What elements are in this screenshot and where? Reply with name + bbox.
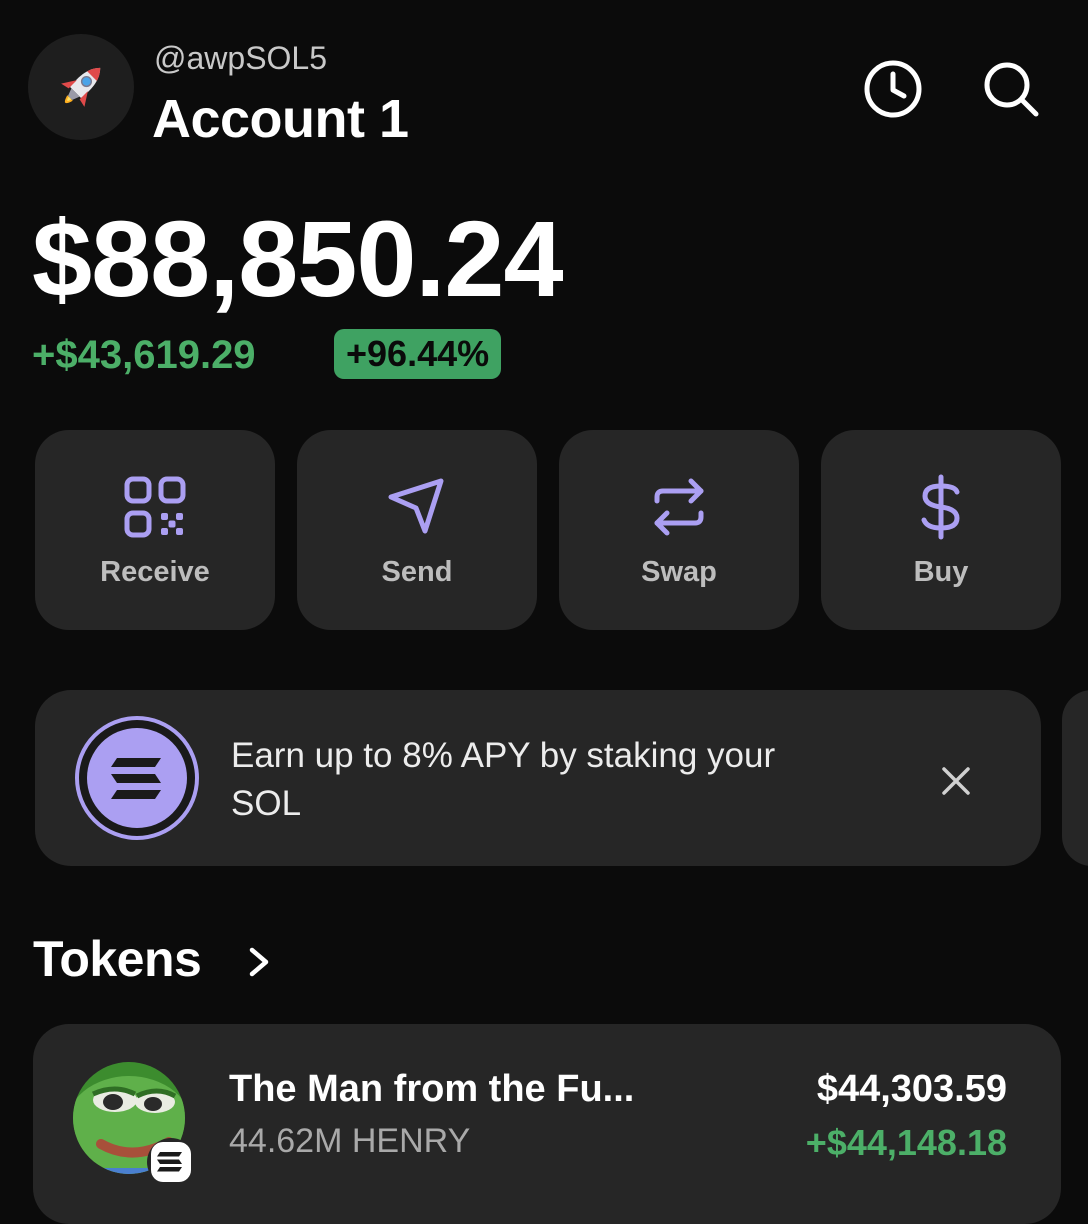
account-avatar[interactable] xyxy=(28,34,134,140)
account-handle: @awpSOL5 xyxy=(154,40,328,76)
token-name: The Man from the Fu... xyxy=(229,1068,635,1110)
next-promo-card[interactable] xyxy=(1062,690,1088,866)
account-name[interactable]: Account 1 xyxy=(152,88,409,150)
balance-change-percent-badge: +96.44% xyxy=(334,329,502,379)
swap-icon xyxy=(654,478,704,536)
balance-change-amount: +$43,619.29 xyxy=(32,333,256,377)
token-amount: 44.62M HENRY xyxy=(229,1122,471,1160)
promo-close-button[interactable] xyxy=(935,760,977,802)
token-value: $44,303.59 xyxy=(816,1068,1007,1110)
token-change: +$44,148.18 xyxy=(805,1122,1007,1163)
swap-button[interactable]: Swap xyxy=(559,430,799,630)
qr-code-icon xyxy=(124,476,186,538)
promo-text: Earn up to 8% APY by staking your SOL xyxy=(231,736,776,823)
rocket-icon xyxy=(61,67,101,107)
search-icon xyxy=(984,62,1039,117)
search-button[interactable] xyxy=(980,58,1042,120)
receive-label: Receive xyxy=(100,556,210,588)
dollar-icon xyxy=(921,474,960,540)
send-button[interactable]: Send xyxy=(297,430,537,630)
tokens-section-title[interactable]: Tokens xyxy=(33,930,202,988)
buy-label: Buy xyxy=(913,556,969,588)
receive-button[interactable]: Receive xyxy=(35,430,275,630)
history-icon xyxy=(864,60,922,118)
staking-promo-banner[interactable]: Earn up to 8% APY by staking your SOL xyxy=(35,690,1041,866)
token-row[interactable]: The Man from the Fu... 44.62M HENRY $44,… xyxy=(33,1024,1061,1224)
total-balance: $88,850.24 xyxy=(32,198,564,319)
token-avatar-icon xyxy=(73,1062,195,1186)
buy-button[interactable]: Buy xyxy=(821,430,1061,630)
history-button[interactable] xyxy=(862,58,924,120)
swap-label: Swap xyxy=(641,556,717,588)
solana-icon xyxy=(75,716,199,840)
close-icon xyxy=(942,767,970,795)
chevron-right-icon[interactable] xyxy=(244,944,274,980)
send-label: Send xyxy=(381,556,453,588)
send-icon xyxy=(388,478,444,534)
